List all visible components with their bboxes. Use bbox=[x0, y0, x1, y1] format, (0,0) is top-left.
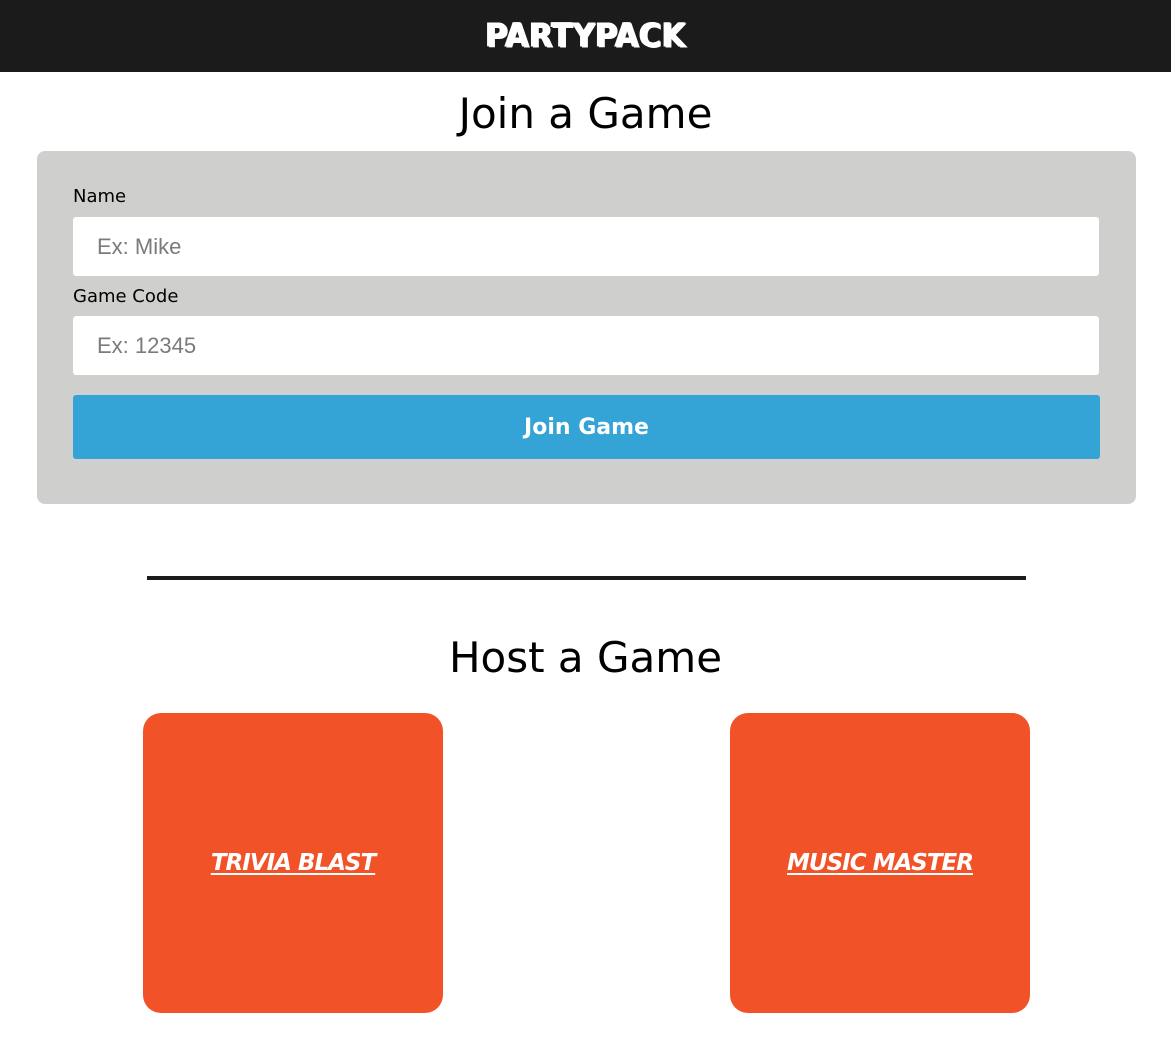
name-input[interactable] bbox=[73, 217, 1099, 276]
music-master-link[interactable]: MUSIC MASTER bbox=[787, 850, 974, 876]
trivia-blast-card[interactable]: TRIVIA BLAST bbox=[143, 713, 443, 1013]
app-logo: PARTYPACK bbox=[485, 17, 686, 55]
join-game-heading: Join a Game bbox=[458, 89, 713, 138]
game-code-label: Game Code bbox=[73, 286, 179, 307]
join-game-form: Name Game Code Join Game bbox=[37, 151, 1136, 504]
trivia-blast-link[interactable]: TRIVIA BLAST bbox=[211, 850, 376, 876]
join-game-button[interactable]: Join Game bbox=[73, 395, 1100, 459]
game-code-input[interactable] bbox=[73, 316, 1099, 375]
music-master-card[interactable]: MUSIC MASTER bbox=[730, 713, 1030, 1013]
host-game-heading: Host a Game bbox=[448, 633, 723, 682]
name-label: Name bbox=[73, 186, 127, 207]
top-header-bar: PARTYPACK bbox=[0, 0, 1171, 72]
section-divider bbox=[147, 576, 1026, 580]
